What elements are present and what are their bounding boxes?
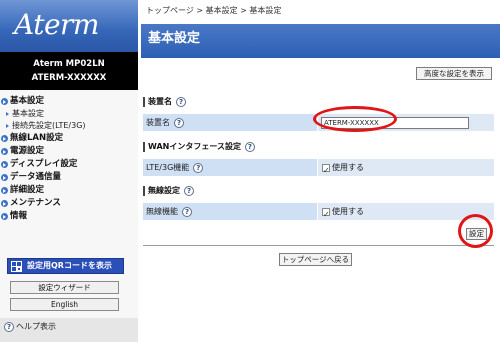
lte-row: LTE/3G機能? 使用する [143, 159, 494, 179]
qr-code-button[interactable]: 設定用QRコードを表示 [7, 258, 124, 274]
setup-wizard-button[interactable]: 設定ウィザード [10, 281, 119, 294]
help-icon: ? [4, 322, 14, 332]
help-icon[interactable]: ? [184, 185, 194, 196]
model-info: Aterm MP02LN ATERM-XXXXXX [0, 52, 138, 90]
back-to-top-button[interactable]: トップページへ戻る [279, 253, 352, 266]
menu-sub-basic-settings[interactable]: 基本設定 [0, 108, 138, 120]
arrow-circle-icon [1, 200, 8, 207]
section-title-wireless: 無線設定? [143, 185, 194, 197]
lte-value: 使用する [318, 159, 494, 179]
menu-data-usage[interactable]: データ通信量 [0, 171, 138, 184]
arrow-circle-icon [1, 174, 8, 181]
english-button[interactable]: English [10, 298, 119, 311]
highlight-ring-setting-button [458, 214, 493, 248]
sidebar: Aterm Aterm MP02LN ATERM-XXXXXX 基本設定 基本設… [0, 0, 138, 342]
arrow-circle-icon [1, 135, 8, 142]
section-title-device-name: 装置名? [143, 96, 186, 108]
wireless-row: 無線機能? 使用する [143, 203, 494, 223]
lte-label: LTE/3G機能? [143, 159, 317, 176]
device-name-label: 装置名? [143, 114, 317, 131]
help-icon[interactable]: ? [174, 117, 184, 128]
wireless-enable-checkbox[interactable] [322, 206, 330, 223]
section-title-wan: WANインタフェース設定? [143, 141, 255, 153]
page-title: 基本設定 [141, 24, 500, 58]
logo-text: Aterm [14, 8, 100, 41]
menu-basic-settings[interactable]: 基本設定 [0, 95, 138, 108]
device-id: ATERM-XXXXXX [31, 73, 107, 83]
arrow-circle-icon [1, 98, 8, 105]
menu-advanced[interactable]: 詳細設定 [0, 184, 138, 197]
divider [143, 245, 494, 246]
menu-info[interactable]: 情報 [0, 210, 138, 223]
arrow-circle-icon [1, 148, 8, 155]
help-icon[interactable]: ? [244, 141, 255, 152]
lte-enable-checkbox[interactable] [322, 162, 330, 179]
arrow-circle-icon [1, 187, 8, 194]
sidebar-menu: 基本設定 基本設定 接続先設定(LTE/3G) 無線LAN設定 電源設定 ディス… [0, 95, 138, 223]
menu-wireless-lan[interactable]: 無線LAN設定 [0, 132, 138, 145]
qr-code-icon [11, 261, 22, 272]
triangle-right-icon [6, 111, 9, 116]
help-toggle[interactable]: ? ヘルプ表示 [0, 318, 138, 342]
arrow-circle-icon [1, 161, 8, 168]
highlight-ring-device-name [313, 106, 397, 132]
triangle-right-icon [6, 123, 9, 128]
breadcrumb: トップページ > 基本設定 > 基本設定 [146, 6, 282, 15]
menu-display[interactable]: ディスプレイ設定 [0, 158, 138, 171]
wireless-label: 無線機能? [143, 203, 317, 220]
show-advanced-button[interactable]: 高度な設定を表示 [416, 67, 492, 80]
help-icon[interactable]: ? [182, 206, 192, 217]
menu-sub-connection-settings[interactable]: 接続先設定(LTE/3G) [0, 120, 138, 132]
help-icon[interactable]: ? [176, 96, 186, 107]
menu-power[interactable]: 電源設定 [0, 145, 138, 158]
help-icon[interactable]: ? [193, 162, 204, 173]
arrow-circle-icon [1, 213, 8, 220]
model-name: Aterm MP02LN [33, 59, 105, 69]
menu-maintenance[interactable]: メンテナンス [0, 197, 138, 210]
brand-logo: Aterm [0, 0, 138, 52]
